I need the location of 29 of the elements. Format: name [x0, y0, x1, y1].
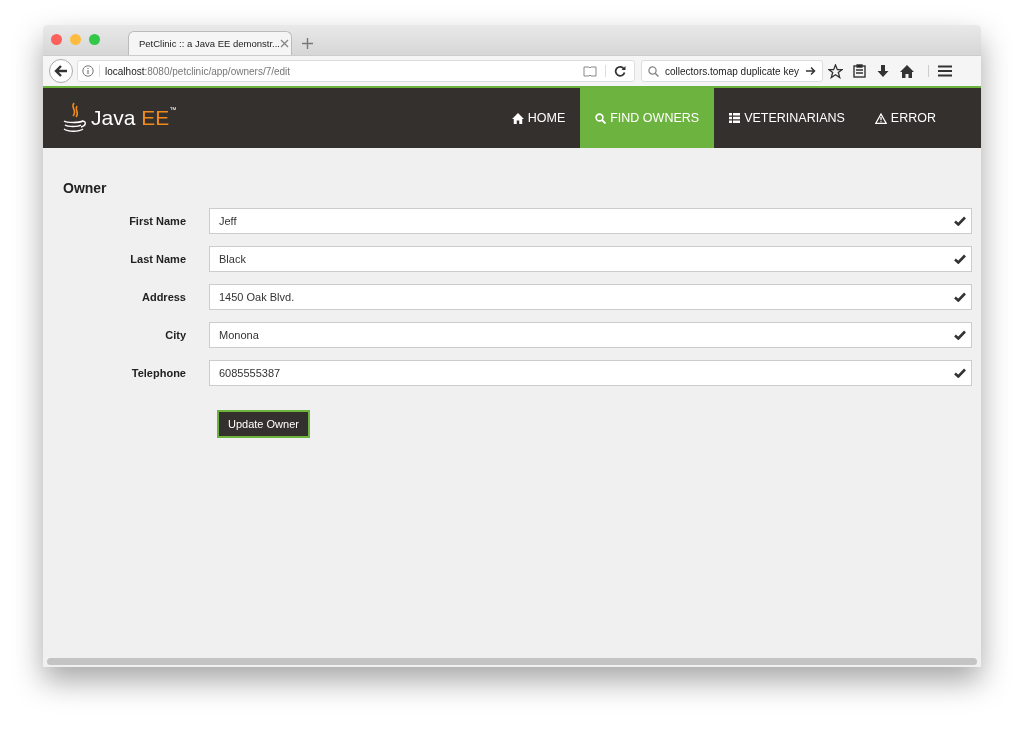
search-icon	[595, 112, 607, 124]
nav-link[interactable]: ERROR	[859, 88, 951, 148]
text-field[interactable]: 1450 Oak Blvd.	[209, 284, 972, 310]
search-field[interactable]: collectors.tomap duplicate key	[641, 60, 823, 82]
address-bar[interactable]: localhost:8080/petclinic/app/owners/7/edit	[77, 60, 635, 82]
new-tab-icon[interactable]	[302, 38, 313, 49]
update-owner-button[interactable]: Update Owner	[217, 410, 310, 438]
field-label: City	[164, 329, 186, 341]
url-text: localhost:8080/petclinic/app/owners/7/edit	[105, 65, 291, 77]
section-title: Owner	[63, 180, 108, 196]
field-label: Address	[140, 291, 186, 303]
cup-icon	[61, 101, 87, 135]
info-icon[interactable]	[82, 65, 100, 77]
home-icon	[511, 112, 524, 124]
warning-icon	[874, 112, 887, 124]
back-icon[interactable]	[49, 59, 73, 83]
nav-link[interactable]: VETERINARIANS	[714, 88, 860, 148]
browser-tab[interactable]: PetClinic :: a Java EE demonstr...	[128, 31, 292, 55]
text-field[interactable]: 6085555387	[209, 360, 972, 386]
text-field[interactable]: Black	[209, 246, 972, 272]
text-field[interactable]: Monona	[209, 322, 972, 348]
list-icon	[729, 113, 741, 123]
scrollbar-thumb[interactable]	[47, 658, 977, 665]
field-label: Last Name	[129, 253, 186, 265]
field-label: First Name	[128, 215, 186, 227]
field-label: Telephone	[130, 367, 186, 379]
text-field[interactable]: Jeff	[209, 208, 972, 234]
close-tab-icon[interactable]	[280, 39, 289, 48]
nav-link[interactable]: HOME	[496, 88, 581, 148]
